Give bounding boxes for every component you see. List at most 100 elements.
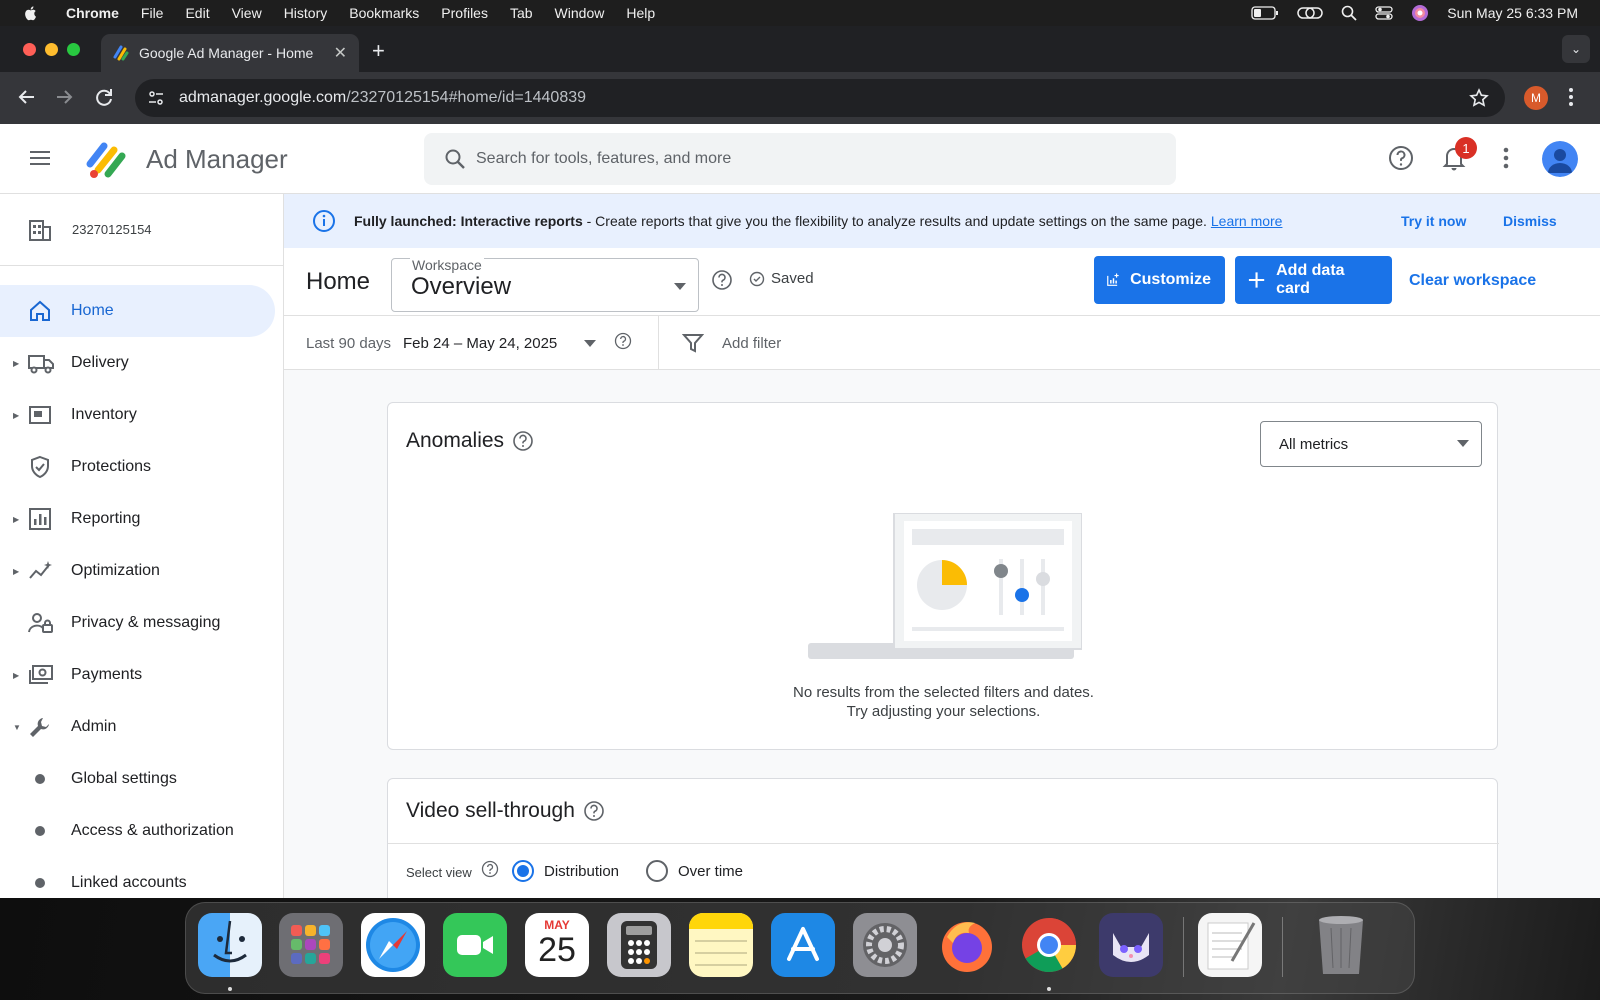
menu-help[interactable]: Help (626, 5, 655, 21)
anomalies-card: Anomalies All metrics No results from th… (387, 402, 1498, 750)
app-store-icon[interactable] (771, 913, 835, 977)
learn-more-link[interactable]: Learn more (1211, 213, 1283, 229)
workspace-select[interactable]: Workspace Overview (391, 257, 699, 312)
window-zoom-button[interactable] (67, 43, 80, 56)
firefox-icon[interactable] (935, 913, 999, 977)
calculator-keys-icon (621, 921, 657, 969)
sidebar-item-global-settings[interactable]: Global settings (0, 753, 275, 805)
system-settings-icon[interactable] (853, 913, 917, 977)
radio-selected-icon[interactable] (512, 860, 534, 882)
main-menu-icon[interactable] (28, 148, 52, 168)
sidebar-item-admin[interactable]: ▼ Admin (0, 701, 275, 753)
calculator-icon[interactable] (607, 913, 671, 977)
expand-caret-icon[interactable]: ▶ (13, 567, 19, 576)
sidebar-item-privacy-messaging[interactable]: Privacy & messaging (0, 597, 275, 649)
radio-unselected-icon[interactable] (646, 860, 668, 882)
reload-icon[interactable] (93, 86, 115, 108)
notification-count-badge: 1 (1455, 137, 1477, 159)
sidebar-item-protections[interactable]: Protections (0, 441, 275, 493)
sidebar-item-payments[interactable]: ▶ Payments (0, 649, 275, 701)
more-options-icon[interactable] (1503, 145, 1509, 171)
sidebar-item-linked-accounts[interactable]: Linked accounts (0, 857, 275, 898)
clear-workspace-button[interactable]: Clear workspace (1409, 272, 1536, 290)
add-filter-button[interactable]: Add filter (722, 335, 781, 352)
site-info-icon[interactable] (147, 89, 165, 107)
window-close-button[interactable] (23, 43, 36, 56)
add-data-card-button[interactable]: Add data card (1235, 256, 1392, 304)
radio-over-time[interactable]: Over time (646, 860, 743, 882)
customize-button[interactable]: Customize (1094, 256, 1225, 304)
ad-manager-logo[interactable] (84, 136, 130, 182)
global-search[interactable] (424, 133, 1176, 185)
menu-profiles[interactable]: Profiles (441, 5, 488, 21)
expand-caret-icon[interactable]: ▶ (13, 411, 19, 420)
window-minimize-button[interactable] (45, 43, 58, 56)
menu-edit[interactable]: Edit (185, 5, 209, 21)
textedit-icon[interactable] (1198, 913, 1262, 977)
date-range-label[interactable]: Last 90 days (306, 335, 391, 352)
facetime-icon[interactable] (443, 913, 507, 977)
help-icon[interactable] (1388, 145, 1414, 171)
menu-app-name[interactable]: Chrome (66, 5, 119, 21)
sidebar-item-access-authorization[interactable]: Access & authorization (0, 805, 275, 857)
metrics-select[interactable]: All metrics (1260, 421, 1482, 467)
trash-icon[interactable] (1309, 913, 1373, 977)
apple-icon[interactable] (22, 4, 40, 22)
sidebar-item-inventory[interactable]: ▶ Inventory (0, 389, 275, 441)
siri-icon[interactable] (1411, 4, 1429, 22)
back-arrow-icon[interactable] (16, 86, 38, 108)
account-avatar[interactable] (1542, 141, 1578, 177)
battery-icon[interactable] (1251, 6, 1279, 20)
date-range-dropdown-icon[interactable] (584, 340, 596, 347)
empty-state-line1: No results from the selected filters and… (793, 684, 1094, 701)
radio-distribution[interactable]: Distribution (512, 860, 619, 882)
sidebar-item-optimization[interactable]: ▶ Optimization (0, 545, 275, 597)
menu-bookmarks[interactable]: Bookmarks (349, 5, 419, 21)
cat-app-icon[interactable] (1099, 913, 1163, 977)
dismiss-button[interactable]: Dismiss (1503, 213, 1557, 229)
sidebar-item-home[interactable]: Home (0, 285, 275, 337)
menu-history[interactable]: History (284, 5, 328, 21)
expand-caret-icon[interactable]: ▶ (13, 515, 19, 524)
date-range-help-icon[interactable] (614, 332, 632, 350)
finder-icon[interactable] (198, 913, 262, 977)
spotlight-search-icon[interactable] (1341, 5, 1357, 21)
calendar-icon[interactable]: MAY 25 (525, 913, 589, 977)
try-it-now-button[interactable]: Try it now (1401, 213, 1466, 229)
tab-search-button[interactable]: ⌄ (1562, 35, 1590, 63)
menu-tab[interactable]: Tab (510, 5, 533, 21)
menu-window[interactable]: Window (555, 5, 605, 21)
browser-tab-active[interactable]: Google Ad Manager - Home ✕ (101, 34, 359, 72)
expand-caret-icon[interactable]: ▶ (13, 359, 19, 368)
chrome-icon[interactable] (1017, 913, 1081, 977)
finder-face-icon (213, 920, 247, 963)
launchpad-icon[interactable] (279, 913, 343, 977)
notes-icon[interactable] (689, 913, 753, 977)
sidebar-item-delivery[interactable]: ▶ Delivery (0, 337, 275, 389)
bookmark-star-icon[interactable] (1469, 88, 1489, 108)
search-input[interactable] (476, 150, 1126, 168)
anomalies-help-icon[interactable] (512, 430, 534, 452)
browser-menu-icon[interactable] (1568, 86, 1574, 108)
sidebar-item-reporting[interactable]: ▶ Reporting (0, 493, 275, 545)
menu-file[interactable]: File (141, 5, 164, 21)
menubar-datetime[interactable]: Sun May 25 6:33 PM (1447, 5, 1578, 21)
network-selector[interactable]: 23270125154 (0, 194, 283, 266)
control-center-icon[interactable] (1375, 5, 1393, 21)
expand-caret-icon[interactable]: ▶ (13, 671, 19, 680)
profile-avatar[interactable]: M (1524, 86, 1548, 110)
video-help-icon[interactable] (583, 800, 605, 822)
forward-arrow-icon[interactable] (53, 86, 75, 108)
new-tab-button[interactable]: + (372, 38, 385, 64)
safari-icon[interactable] (361, 913, 425, 977)
screen-mirroring-icon[interactable] (1297, 5, 1323, 21)
address-bar[interactable]: admanager.google.com/23270125154#home/id… (135, 79, 1505, 117)
workspace-help-icon[interactable] (711, 269, 733, 291)
date-range-value[interactable]: Feb 24 – May 24, 2025 (403, 335, 557, 352)
optimization-icon (29, 561, 52, 579)
tab-close-icon[interactable]: ✕ (334, 43, 347, 63)
select-view-help-icon[interactable] (481, 860, 499, 878)
menu-view[interactable]: View (232, 5, 262, 21)
collapse-caret-icon[interactable]: ▼ (13, 723, 21, 732)
filter-icon[interactable] (682, 332, 704, 354)
